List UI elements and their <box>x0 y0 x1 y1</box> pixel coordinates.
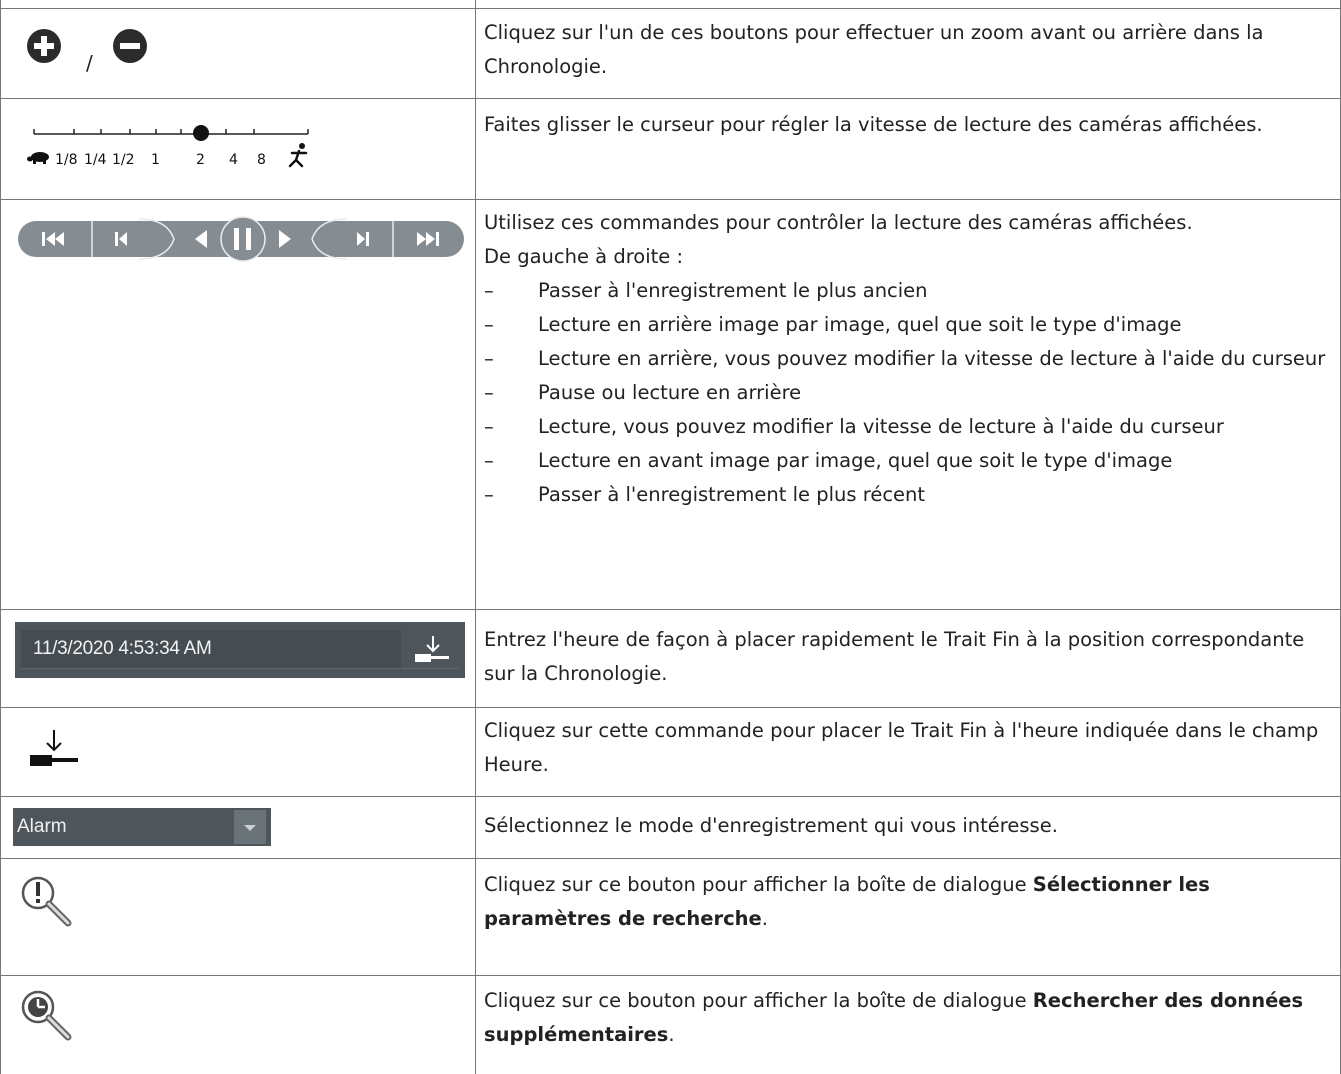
time-field-ticks <box>21 668 459 675</box>
recording-mode-dropdown[interactable]: Alarm <box>13 808 271 846</box>
row-description: Sélectionnez le mode d'enregistrement qu… <box>484 809 1334 843</box>
search-params-description: Cliquez sur ce bouton pour afficher la b… <box>484 873 1210 930</box>
running-man-icon <box>288 143 308 168</box>
row-description: Cliquez sur cette commande pour placer l… <box>484 714 1334 782</box>
list-dash: – <box>484 279 494 302</box>
slider-thumb <box>193 125 209 141</box>
speed-label: 1/8 <box>55 152 78 168</box>
search-extra-description: Cliquez sur ce bouton pour afficher la b… <box>484 989 1304 1046</box>
table-row-recording-mode: Alarm Sélectionnez le mode d'enregistrem… <box>0 796 1341 858</box>
list-dash: – <box>484 483 494 506</box>
row-description: Cliquez sur l'un de ces boutons pour eff… <box>484 16 1334 84</box>
set-hairline-icon[interactable] <box>28 728 80 772</box>
list-dash: – <box>484 449 494 472</box>
zoom-out-icon[interactable] <box>112 28 148 64</box>
zoom-description: Cliquez sur l'un de ces boutons pour eff… <box>484 21 1264 78</box>
list-item: – Lecture en arrière image par image, que… <box>484 308 1334 342</box>
speed-label: 1/2 <box>112 152 135 168</box>
zoom-in-icon[interactable] <box>26 28 62 64</box>
search-parameters-icon[interactable] <box>18 873 74 929</box>
speed-slider[interactable]: 1/8 1/4 1/2 1 2 4 8 <box>26 119 326 179</box>
set-time-icon[interactable] <box>413 632 453 668</box>
list-dash: – <box>484 415 494 438</box>
row-description: Entrez l'heure de façon à placer rapidem… <box>484 623 1334 691</box>
row-description: Cliquez sur ce bouton pour afficher la b… <box>484 984 1334 1052</box>
list-dash: – <box>484 313 494 336</box>
speed-description: Faites glisser le curseur pour régler la… <box>484 113 1263 136</box>
playback-controls[interactable] <box>17 215 465 265</box>
chevron-down-icon <box>244 825 256 831</box>
time-field-panel: 11/3/2020 4:53:34 AM <box>15 622 465 678</box>
table-row-search-extra: Cliquez sur ce bouton pour afficher la b… <box>0 975 1341 1074</box>
speed-label: 8 <box>257 152 266 168</box>
speed-label: 4 <box>229 152 238 168</box>
list-item: – Passer à l'enregistrement le plus récen… <box>484 478 1334 512</box>
speed-label: 2 <box>196 152 205 168</box>
zoom-separator: / <box>86 51 93 75</box>
speed-label: 1/4 <box>84 152 107 168</box>
list-item: – Passer à l'enregistrement le plus ancie… <box>484 274 1334 308</box>
list-dash: – <box>484 381 494 404</box>
list-item: – Lecture, vous pouvez modifier la vitess… <box>484 410 1334 444</box>
dropdown-value: Alarm <box>17 816 67 837</box>
playback-intro: De gauche à droite : <box>484 245 684 268</box>
list-item: – Lecture en arrière, vous pouvez modifie… <box>484 342 1334 376</box>
dropdown-arrow-button[interactable] <box>234 810 266 844</box>
search-extra-data-icon[interactable] <box>18 987 74 1043</box>
reference-table: / Cliquez sur l'un de ces boutons pour e… <box>0 0 1341 1074</box>
table-row-playback: Utilisez ces commandes pour contrôler la… <box>0 199 1341 609</box>
recording-mode-description: Sélectionnez le mode d'enregistrement qu… <box>484 814 1058 837</box>
turtle-icon <box>27 152 49 164</box>
hairline-description: Cliquez sur cette commande pour placer l… <box>484 719 1319 776</box>
table-row-hairline: Cliquez sur cette commande pour placer l… <box>0 707 1341 796</box>
speed-label: 1 <box>151 152 160 168</box>
row-description: Faites glisser le curseur pour régler la… <box>484 108 1334 142</box>
row-description: Cliquez sur ce bouton pour afficher la b… <box>484 868 1334 936</box>
time-description: Entrez l'heure de façon à placer rapidem… <box>484 628 1305 685</box>
playback-description: Utilisez ces commandes pour contrôler la… <box>484 211 1193 234</box>
list-dash: – <box>484 347 494 370</box>
list-item: – Lecture en avant image par image, quel … <box>484 444 1334 478</box>
row-description: Utilisez ces commandes pour contrôler la… <box>484 206 1334 512</box>
table-row-time: 11/3/2020 4:53:34 AM Entrez l'heure de f… <box>0 609 1341 707</box>
table-row-zoom: / Cliquez sur l'un de ces boutons pour e… <box>0 8 1341 98</box>
list-item: – Pause ou lecture en arrière <box>484 376 1334 410</box>
table-row-speed: 1/8 1/4 1/2 1 2 4 8 Faites glisser le cu… <box>0 98 1341 199</box>
time-input[interactable]: 11/3/2020 4:53:34 AM <box>21 630 401 668</box>
table-row-search-params: Cliquez sur ce bouton pour afficher la b… <box>0 858 1341 975</box>
